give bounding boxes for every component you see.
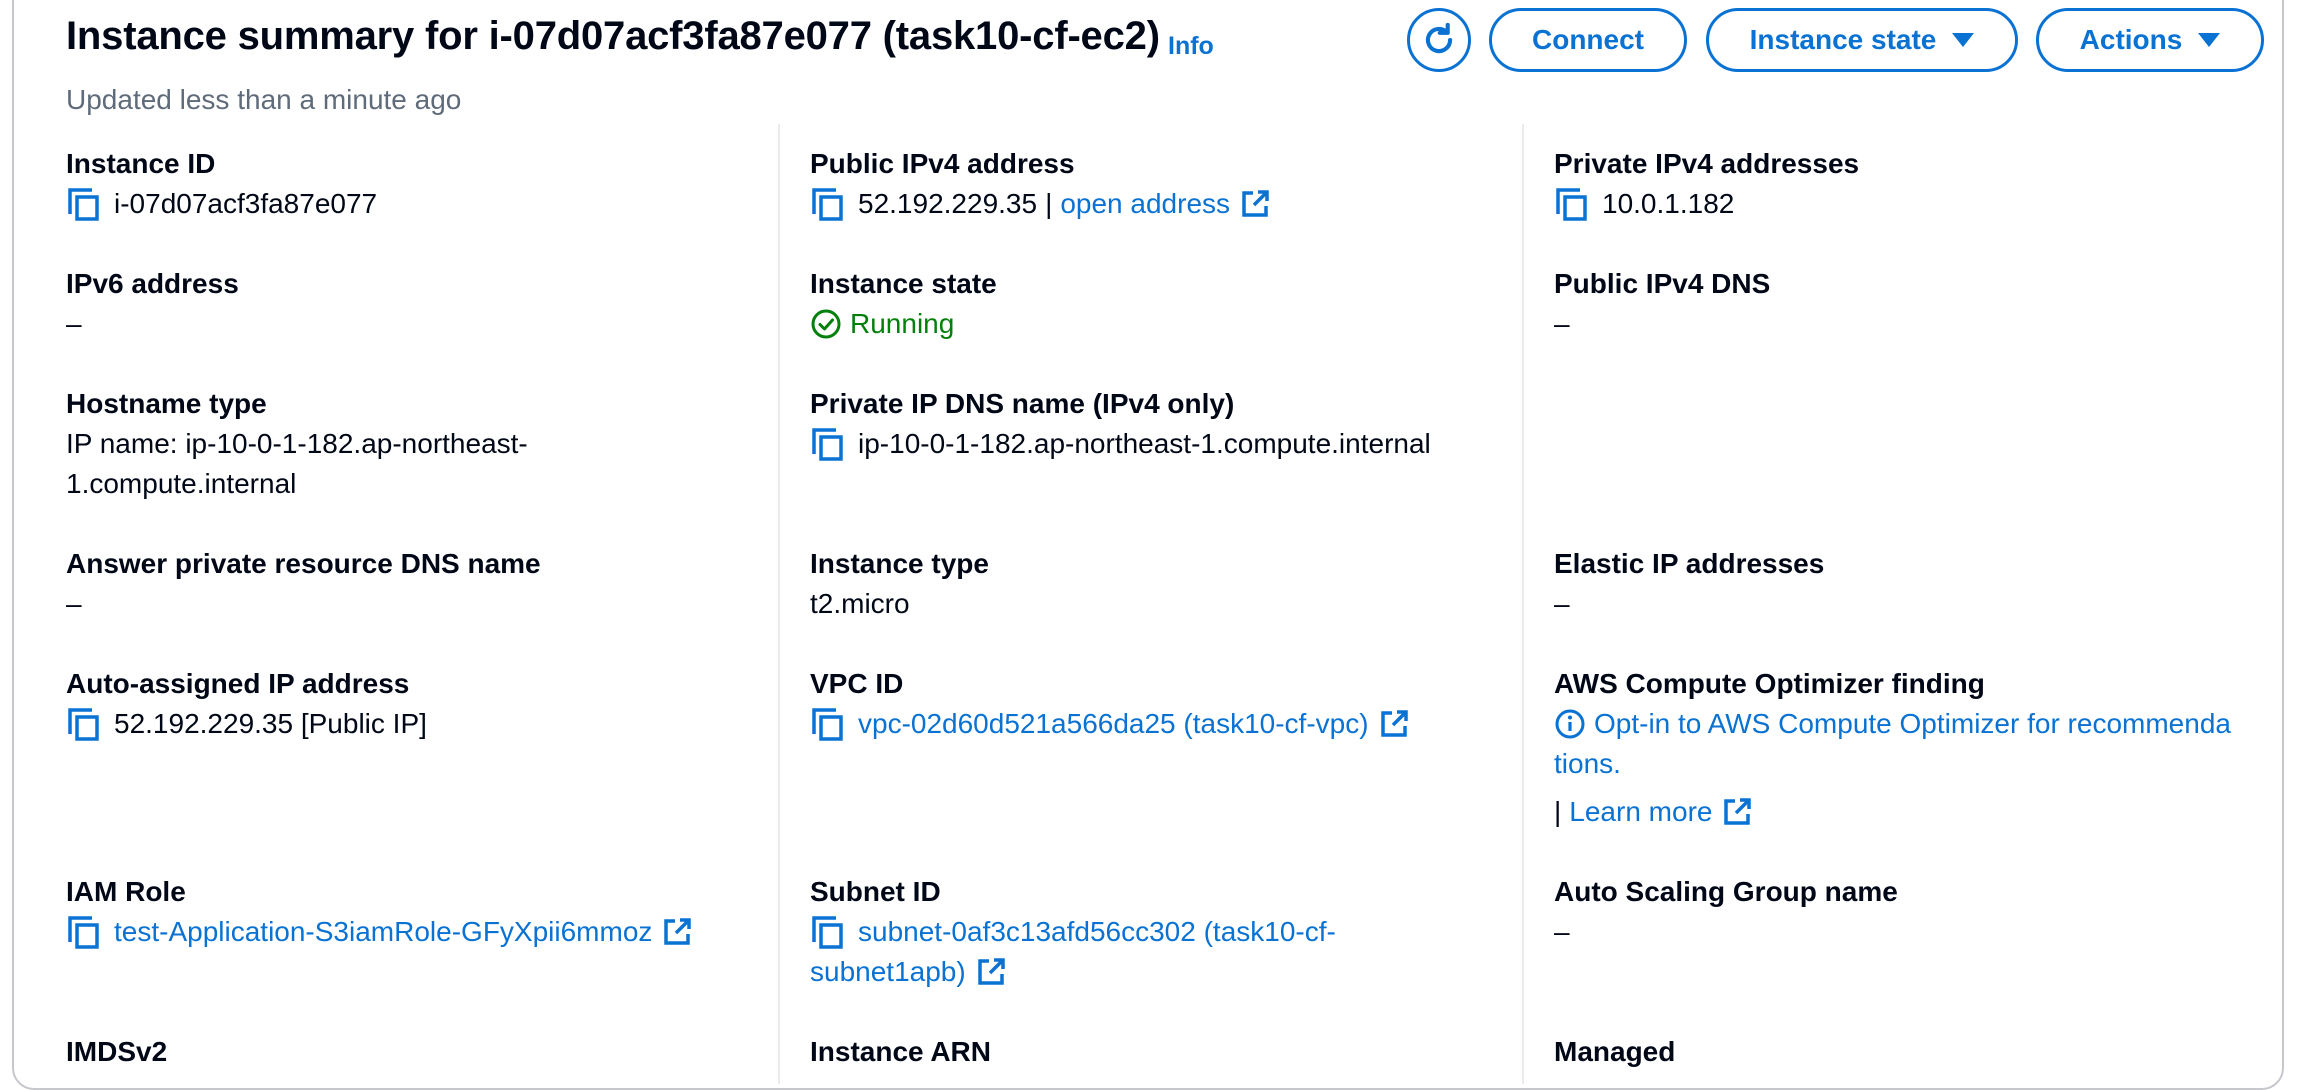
connect-button[interactable]: Connect	[1489, 8, 1687, 72]
field-label: Elastic IP addresses	[1554, 548, 1825, 579]
field-subnet-id: Subnet ID subnet-0af3c13afd56cc302 (task…	[810, 874, 1336, 992]
copy-icon[interactable]	[810, 706, 844, 742]
refresh-icon	[1425, 22, 1453, 54]
field-label: Public IPv4 address	[810, 148, 1075, 179]
copy-icon[interactable]	[810, 914, 844, 950]
field-compute-optimizer: AWS Compute Optimizer finding Opt-in to …	[1554, 666, 2231, 832]
field-private-ipv4: Private IPv4 addresses 10.0.1.182	[1554, 146, 1859, 224]
actions-button[interactable]: Actions	[2036, 8, 2264, 72]
field-ipv6-address: IPv6 address –	[66, 266, 239, 344]
subnet-id-link-cont[interactable]: subnet1apb)	[810, 952, 966, 992]
field-label: VPC ID	[810, 668, 904, 699]
field-label: Public IPv4 DNS	[1554, 268, 1771, 299]
field-label: IAM Role	[66, 876, 186, 907]
vpc-id-link[interactable]: vpc-02d60d521a566da25 (task10-cf-vpc)	[858, 704, 1369, 744]
instance-id-value: i-07d07acf3fa87e077	[114, 188, 378, 219]
subnet-id-link[interactable]: subnet-0af3c13afd56cc302 (task10-cf-	[858, 912, 1336, 952]
field-instance-type: Instance type t2.micro	[810, 546, 989, 624]
iam-role-link[interactable]: test-Application-S3iamRole-GFyXpii6mmoz	[114, 912, 652, 952]
public-dns-value: –	[1554, 308, 1570, 339]
external-link-icon	[977, 958, 1005, 985]
elastic-ip-value: –	[1554, 588, 1570, 619]
copy-icon[interactable]	[66, 706, 100, 742]
answer-dns-value: –	[66, 588, 82, 619]
field-label: Answer private resource DNS name	[66, 548, 541, 579]
field-vpc-id: VPC ID vpc-02d60d521a566da25 (task10-cf-…	[810, 666, 1409, 744]
field-elastic-ip: Elastic IP addresses –	[1554, 546, 1824, 624]
optimizer-opt-in-link[interactable]: Opt-in to AWS Compute Optimizer for reco…	[1594, 704, 2231, 744]
last-updated-text: Updated less than a minute ago	[66, 84, 462, 115]
copy-icon[interactable]	[810, 186, 844, 222]
field-hostname-type: Hostname type IP name: ip-10-0-1-182.ap-…	[66, 386, 528, 504]
field-private-dns: Private IP DNS name (IPv4 only) ip-10-0-…	[810, 386, 1431, 464]
field-label: Auto-assigned IP address	[66, 668, 410, 699]
caret-down-icon	[1952, 33, 1975, 47]
refresh-button[interactable]	[1407, 8, 1471, 72]
status-check-icon	[811, 309, 841, 339]
instance-summary-panel: Instance summary for i-07d07acf3fa87e077…	[12, 0, 2284, 1090]
field-instance-state: Instance state Running	[810, 266, 997, 344]
info-icon	[1555, 709, 1585, 739]
private-dns-value: ip-10-0-1-182.ap-northeast-1.compute.int…	[858, 428, 1431, 459]
copy-icon[interactable]	[810, 426, 844, 462]
learn-more-link[interactable]: Learn more	[1569, 792, 1712, 832]
optimizer-opt-in-link-cont[interactable]: tions.	[1554, 748, 1621, 779]
field-iam-role: IAM Role test-Application-S3iamRole-GFyX…	[66, 874, 692, 952]
field-label: IMDSv2	[66, 1036, 168, 1067]
asg-value: –	[1554, 916, 1570, 947]
field-instance-id: Instance ID i-07d07acf3fa87e077	[66, 146, 377, 224]
field-label: Instance ID	[66, 148, 216, 179]
field-label: Instance state	[810, 268, 997, 299]
private-ipv4-value: 10.0.1.182	[1602, 188, 1735, 219]
external-link-icon	[1242, 190, 1269, 217]
field-label: Subnet ID	[810, 876, 941, 907]
page-title: Instance summary for i-07d07acf3fa87e077…	[66, 14, 1160, 58]
instance-state-button-label: Instance state	[1749, 24, 1937, 55]
field-label: Private IPv4 addresses	[1554, 148, 1860, 179]
instance-type-value: t2.micro	[810, 588, 910, 619]
field-auto-assigned-ip: Auto-assigned IP address 52.192.229.35 […	[66, 666, 427, 744]
external-link-icon	[1724, 798, 1752, 825]
instance-state-button[interactable]: Instance state	[1706, 8, 2018, 72]
field-answer-private-dns: Answer private resource DNS name –	[66, 546, 541, 624]
field-auto-scaling-group: Auto Scaling Group name –	[1554, 874, 1898, 952]
copy-icon[interactable]	[66, 186, 100, 222]
open-address-link[interactable]: open address	[1060, 184, 1230, 224]
field-label: Instance type	[810, 548, 989, 579]
copy-icon[interactable]	[66, 914, 100, 950]
external-link-icon	[664, 918, 692, 945]
field-label: Managed	[1554, 1036, 1676, 1067]
field-public-ipv4: Public IPv4 address 52.192.229.35 | open…	[810, 146, 1270, 224]
instance-state-value: Running	[850, 308, 955, 339]
connect-button-label: Connect	[1532, 24, 1644, 55]
ipv6-value: –	[66, 308, 82, 339]
field-label: Auto Scaling Group name	[1554, 876, 1898, 907]
caret-down-icon	[2198, 33, 2221, 47]
field-label: Hostname type	[66, 388, 267, 419]
field-managed: Managed	[1554, 1034, 1675, 1070]
column-divider	[1522, 124, 1524, 1084]
field-label: IPv6 address	[66, 268, 239, 299]
column-divider	[778, 124, 780, 1084]
separator: |	[1045, 188, 1053, 219]
external-link-icon	[1380, 710, 1408, 737]
info-link[interactable]: Info	[1168, 32, 1214, 61]
actions-button-label: Actions	[2079, 24, 2183, 55]
hostname-type-value-line1: IP name: ip-10-0-1-182.ap-northeast-	[66, 428, 528, 459]
field-public-ipv4-dns: Public IPv4 DNS –	[1554, 266, 1770, 344]
copy-icon[interactable]	[1554, 186, 1588, 222]
field-label: AWS Compute Optimizer finding	[1554, 668, 1985, 699]
auto-ip-value: 52.192.229.35 [Public IP]	[114, 708, 427, 739]
field-label: Instance ARN	[810, 1036, 992, 1067]
field-imdsv2: IMDSv2	[66, 1034, 167, 1070]
field-label: Private IP DNS name (IPv4 only)	[810, 388, 1235, 419]
hostname-type-value-line2: 1.compute.internal	[66, 468, 297, 499]
field-instance-arn: Instance ARN	[810, 1034, 991, 1070]
separator: |	[1554, 796, 1562, 827]
public-ipv4-value: 52.192.229.35	[858, 188, 1038, 219]
